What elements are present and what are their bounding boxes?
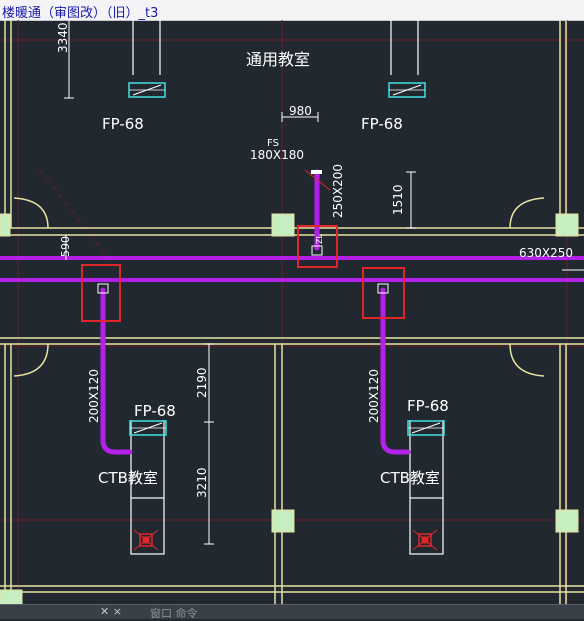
vent-size: 180X180 (250, 148, 304, 162)
dimension-590: 590 (59, 236, 72, 257)
branch-tag: ZL (315, 234, 324, 244)
dimension-3340: 3340 (56, 22, 70, 53)
room-label-ctb-right: CTB教室 (380, 469, 440, 487)
window-title: 楼暖通（审图改）（旧）_t3 (2, 6, 159, 21)
cad-drawing-canvas[interactable]: 通用教室 FP-68 FP-68 FP-68 FP-68 CTB教室 CTB教室… (0, 20, 584, 604)
dimension-1510: 1510 (391, 184, 405, 215)
close-icon[interactable]: ✕ × (100, 605, 122, 618)
dimension-980: 980 (289, 104, 312, 118)
duct-size-main: 630X250 (519, 246, 573, 260)
duct-size-riser: 250X200 (331, 164, 345, 218)
command-bar[interactable]: ✕ × 窗口 命令 (0, 604, 584, 620)
dimension-3210: 3210 (195, 467, 209, 498)
fan-coil-unit-top-right[interactable] (388, 82, 426, 98)
fan-coil-unit-bottom-right[interactable] (407, 420, 445, 436)
duct-size-left-branch: 200X120 (87, 369, 101, 423)
window-title-bar: 楼暖通（审图改）（旧）_t3 (0, 0, 584, 21)
fan-coil-unit-bottom-left[interactable] (129, 420, 167, 436)
branch-duct-left (100, 287, 133, 455)
command-hint: 窗口 命令 (150, 607, 198, 620)
room-label-general-classroom: 通用教室 (246, 50, 310, 69)
dimension-2190: 2190 (195, 367, 209, 398)
fan-coil-unit-top-left[interactable] (128, 82, 166, 98)
fcu-label-bottom-right: FP-68 (407, 397, 449, 415)
room-label-ctb-left: CTB教室 (98, 469, 158, 487)
fcu-label-top-right: FP-68 (361, 115, 403, 133)
fcu-label-bottom-left: FP-68 (134, 402, 176, 420)
duct-size-right-branch: 200X120 (367, 369, 381, 423)
highlight-boxes (81, 225, 405, 322)
fcu-label-top-left: FP-68 (102, 115, 144, 133)
